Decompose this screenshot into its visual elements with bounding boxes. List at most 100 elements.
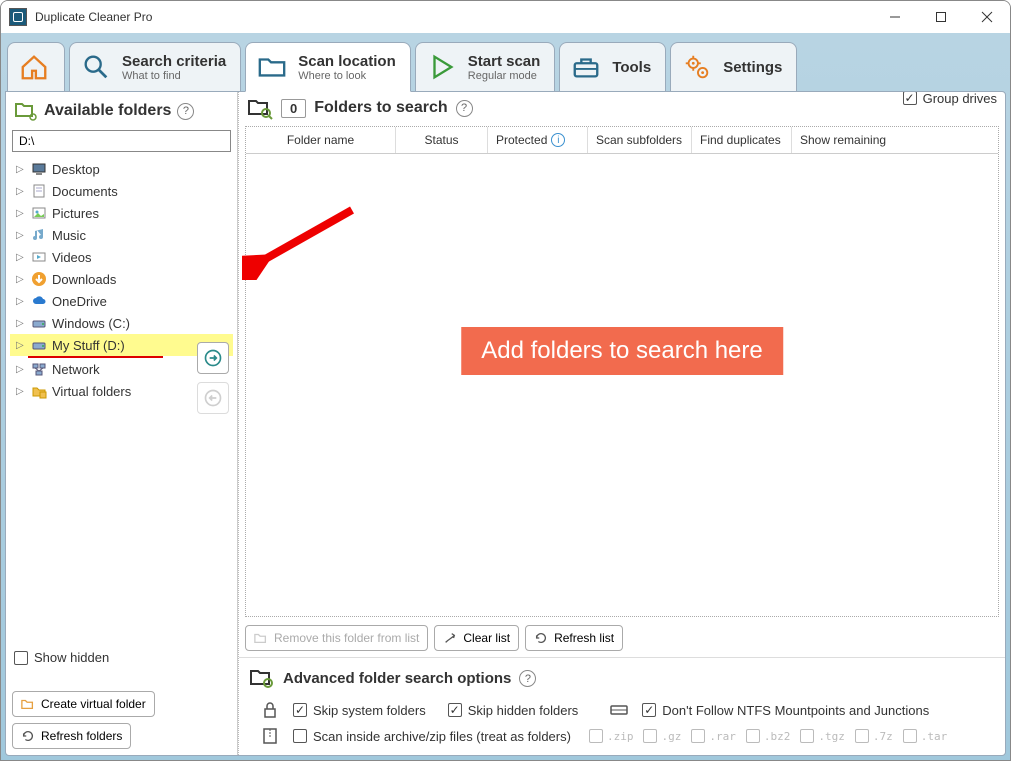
tab-label: Search criteria [122, 53, 226, 70]
folder-options-icon [249, 664, 275, 693]
table-header: Folder name Status Protectedi Scan subfo… [246, 127, 998, 154]
folder-search-icon [247, 94, 273, 123]
tab-start-scan[interactable]: Start scanRegular mode [415, 42, 556, 92]
tab-search-criteria[interactable]: Search criteriaWhat to find [69, 42, 241, 92]
tab-label: Scan location [298, 53, 396, 70]
tab-scan-location[interactable]: Scan locationWhere to look [245, 42, 411, 92]
remove-folder-button [197, 382, 229, 414]
expand-icon[interactable]: ▷ [16, 274, 26, 285]
expand-icon[interactable]: ▷ [16, 208, 26, 219]
tree-item[interactable]: ▷ OneDrive [10, 290, 233, 312]
tab-sub: Where to look [298, 70, 396, 82]
tree-item-label: OneDrive [52, 294, 107, 309]
remove-this-folder-button: Remove this folder from list [245, 625, 428, 651]
folder-icon [256, 51, 288, 83]
expand-icon[interactable]: ▷ [16, 164, 26, 175]
show-hidden-label: Show hidden [34, 650, 109, 665]
gears-icon [681, 51, 713, 83]
drive-link-icon [608, 701, 630, 719]
col-show-remaining[interactable]: Show remaining [792, 127, 998, 153]
tree-item[interactable]: ▷ Documents [10, 180, 233, 202]
tree-item[interactable]: ▷ Downloads [10, 268, 233, 290]
expand-icon[interactable]: ▷ [16, 364, 26, 375]
ext-checkbox: .tgz [800, 729, 845, 743]
drive-icon [30, 336, 48, 354]
lock-icon [259, 701, 281, 719]
tree-item-label: Downloads [52, 272, 116, 287]
tab-label: Start scan [468, 53, 541, 70]
home-icon [18, 51, 50, 83]
create-virtual-folder-button[interactable]: Create virtual folder [12, 691, 155, 717]
tab-home[interactable] [7, 42, 65, 92]
maximize-button[interactable] [918, 1, 964, 33]
show-hidden-checkbox[interactable]: Show hidden [14, 650, 231, 665]
tree-item[interactable]: ▷ Pictures [10, 202, 233, 224]
close-button[interactable] [964, 1, 1010, 33]
tree-item[interactable]: ▷ Desktop [10, 158, 233, 180]
expand-icon[interactable]: ▷ [16, 386, 26, 397]
ext-checkbox: .tar [903, 729, 948, 743]
expand-icon[interactable]: ▷ [16, 318, 26, 329]
scan-archive-checkbox[interactable]: Scan inside archive/zip files (treat as … [293, 729, 571, 744]
tabstrip: Search criteriaWhat to find Scan locatio… [7, 41, 1004, 91]
ext-checkbox: .gz [643, 729, 681, 743]
app-icon [9, 8, 27, 26]
path-input[interactable] [12, 130, 231, 152]
tree-item-label: Documents [52, 184, 118, 199]
help-icon[interactable]: ? [177, 103, 194, 120]
help-icon[interactable]: ? [519, 670, 536, 687]
tab-tools[interactable]: Tools [559, 42, 666, 92]
network-icon [30, 360, 48, 378]
info-icon[interactable]: i [551, 133, 565, 147]
expand-icon[interactable]: ▷ [16, 340, 26, 351]
tree-item-label: Virtual folders [52, 384, 131, 399]
vfolder-icon [30, 382, 48, 400]
group-drives-checkbox[interactable]: Group drives [903, 91, 997, 106]
tab-settings[interactable]: Settings [670, 42, 797, 92]
tree-item-label: Windows (C:) [52, 316, 130, 331]
minimize-button[interactable] [872, 1, 918, 33]
col-folder-name[interactable]: Folder name [246, 127, 396, 153]
col-status[interactable]: Status [396, 127, 488, 153]
titlebar: Duplicate Cleaner Pro [1, 1, 1010, 33]
available-folders-pane: Available folders ? ▷Desktop▷Documents▷P… [6, 92, 238, 755]
refresh-list-button[interactable]: Refresh list [525, 625, 623, 651]
refresh-folders-button[interactable]: Refresh folders [12, 723, 131, 749]
tab-sub: Regular mode [468, 70, 541, 82]
tree-item-label: Desktop [52, 162, 100, 177]
col-find-duplicates[interactable]: Find duplicates [692, 127, 792, 153]
skip-hidden-checkbox[interactable]: Skip hidden folders [448, 703, 579, 718]
window-title: Duplicate Cleaner Pro [35, 10, 152, 24]
tree-item[interactable]: ▷Videos [10, 246, 233, 268]
monitor-icon [30, 160, 48, 178]
clear-list-button[interactable]: Clear list [434, 625, 519, 651]
ext-checkbox: .bz2 [746, 729, 791, 743]
play-icon [426, 51, 458, 83]
ext-checkbox: .7z [855, 729, 893, 743]
folder-tree-icon [14, 98, 38, 125]
col-protected[interactable]: Protectedi [488, 127, 588, 153]
tab-label: Settings [723, 59, 782, 76]
cloud-icon [30, 292, 48, 310]
expand-icon[interactable]: ▷ [16, 296, 26, 307]
add-folder-button[interactable] [197, 342, 229, 374]
tree-item-label: Network [52, 362, 100, 377]
tab-label: Tools [612, 59, 651, 76]
skip-system-checkbox[interactable]: Skip system folders [293, 703, 426, 718]
toolbox-icon [570, 51, 602, 83]
tree-item-label: Pictures [52, 206, 99, 221]
tree-item[interactable]: ▷ Windows (C:) [10, 312, 233, 334]
ext-checkbox: .zip [589, 729, 634, 743]
expand-icon[interactable]: ▷ [16, 252, 26, 263]
tree-item-label: My Stuff (D:) [52, 338, 125, 353]
col-scan-subfolders[interactable]: Scan subfolders [588, 127, 692, 153]
tree-item[interactable]: ▷Music [10, 224, 233, 246]
ext-checkbox: .rar [691, 729, 736, 743]
drive-icon [30, 314, 48, 332]
ntfs-checkbox[interactable]: Don't Follow NTFS Mountpoints and Juncti… [642, 703, 929, 718]
expand-icon[interactable]: ▷ [16, 230, 26, 241]
help-icon[interactable]: ? [456, 100, 473, 117]
folders-to-search-title: Folders to search [314, 99, 447, 117]
pics-icon [30, 204, 48, 222]
expand-icon[interactable]: ▷ [16, 186, 26, 197]
